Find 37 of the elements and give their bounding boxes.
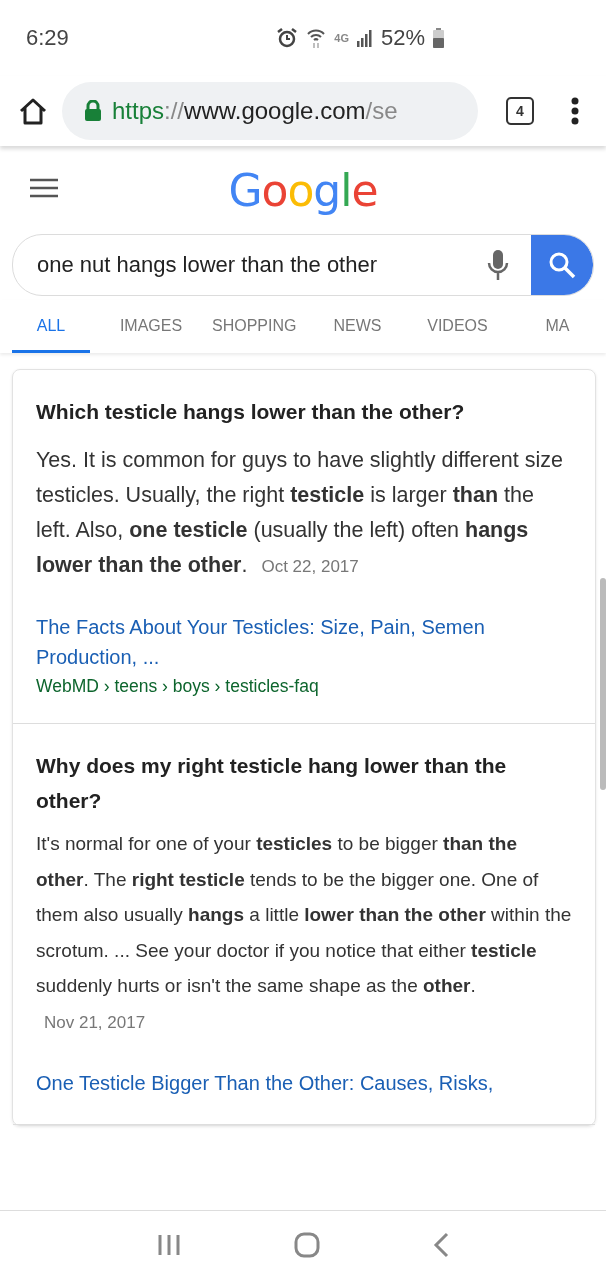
answer-text: It's normal for one of your testicles to be bigger than the other. The right testicle tends to be the bigger one. One of them also usually hangs a little lower than the other within the scrotum. ... See your doctor if you notice that either testicle suddenly hurts or isn't the same shape as the other. Nov 21, 2017 [36,832,573,1034]
url-separator: :// [164,97,185,124]
battery-icon [433,28,444,48]
search-tab[interactable]: IMAGES [112,300,190,353]
search-tab[interactable]: VIDEOS [418,300,497,353]
battery-percent: 52% [380,25,425,51]
url-host: www.google.com [184,97,366,124]
question-title: Why does my right testicle hang lower than the other? [36,753,508,814]
search-icon [548,251,576,279]
question-title: Which testicle hangs lower than the other? [36,399,466,425]
result-breadcrumb: WebMD › teens › boys › testicles-faq [36,676,320,697]
microphone-icon[interactable] [487,249,509,281]
signal-icon [356,29,373,47]
google-logo: Google [228,164,378,216]
more-menu-icon[interactable] [570,97,580,125]
scrollbar[interactable] [600,578,606,790]
search-tab[interactable]: MA [518,300,597,353]
tab-count-button[interactable]: 4 [506,97,534,125]
back-icon[interactable] [433,1232,450,1258]
wifi-icon [306,27,327,49]
url-scheme: https [112,97,165,124]
menu-icon[interactable] [30,178,58,198]
recent-apps-icon[interactable] [156,1234,181,1256]
search-button[interactable] [531,235,593,295]
clock-time: 6:29 [26,25,69,51]
answer-text: Yes. It is common for guys to have slightly different size testicles. Usually, the right testicle is larger than the left. Also, one testicle (usually the left) often hangs lower than the other. Oct 22, 2017 [36,447,564,579]
address-bar[interactable]: https://www.google.com/se [62,82,478,140]
search-tab[interactable]: NEWS [318,300,397,353]
network-type: 4G [334,32,349,44]
search-tab[interactable]: SHOPPING [212,300,297,353]
url-path: /se [365,97,398,124]
alarm-icon [276,27,299,49]
result-link[interactable]: The Facts About Your Testicles: Size, Pain, Semen Production, ... [36,612,573,672]
search-tab[interactable]: ALL [12,300,90,353]
home-icon[interactable] [18,97,48,125]
lock-icon [84,100,102,122]
result-link[interactable]: One Testicle Bigger Than the Other: Causes, Risks, [36,1068,573,1098]
